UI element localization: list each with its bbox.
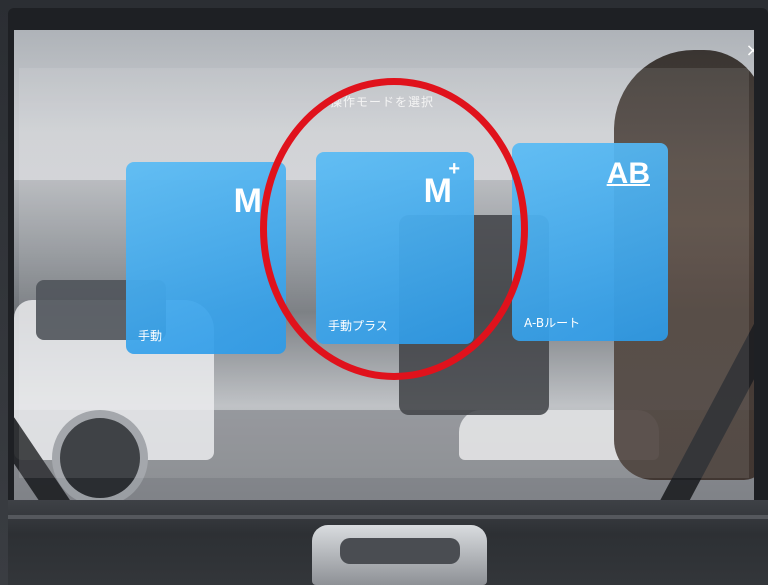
panel-edge [8, 515, 768, 519]
latch-slot [340, 538, 460, 564]
mode-label: 手動 [138, 329, 163, 343]
close-icon[interactable]: × [742, 40, 754, 62]
mode-tile-ab-route[interactable]: AB A-Bルート [512, 143, 668, 341]
highlight-circle-annotation [260, 78, 528, 380]
photo-background: × 操作モードを選択 M 手動 M + 手動プラス AB A-Bルート [0, 0, 768, 585]
manual-mode-icon: M [233, 182, 262, 220]
ab-route-mode-icon: AB [606, 157, 650, 190]
mode-label: A-Bルート [524, 316, 581, 330]
